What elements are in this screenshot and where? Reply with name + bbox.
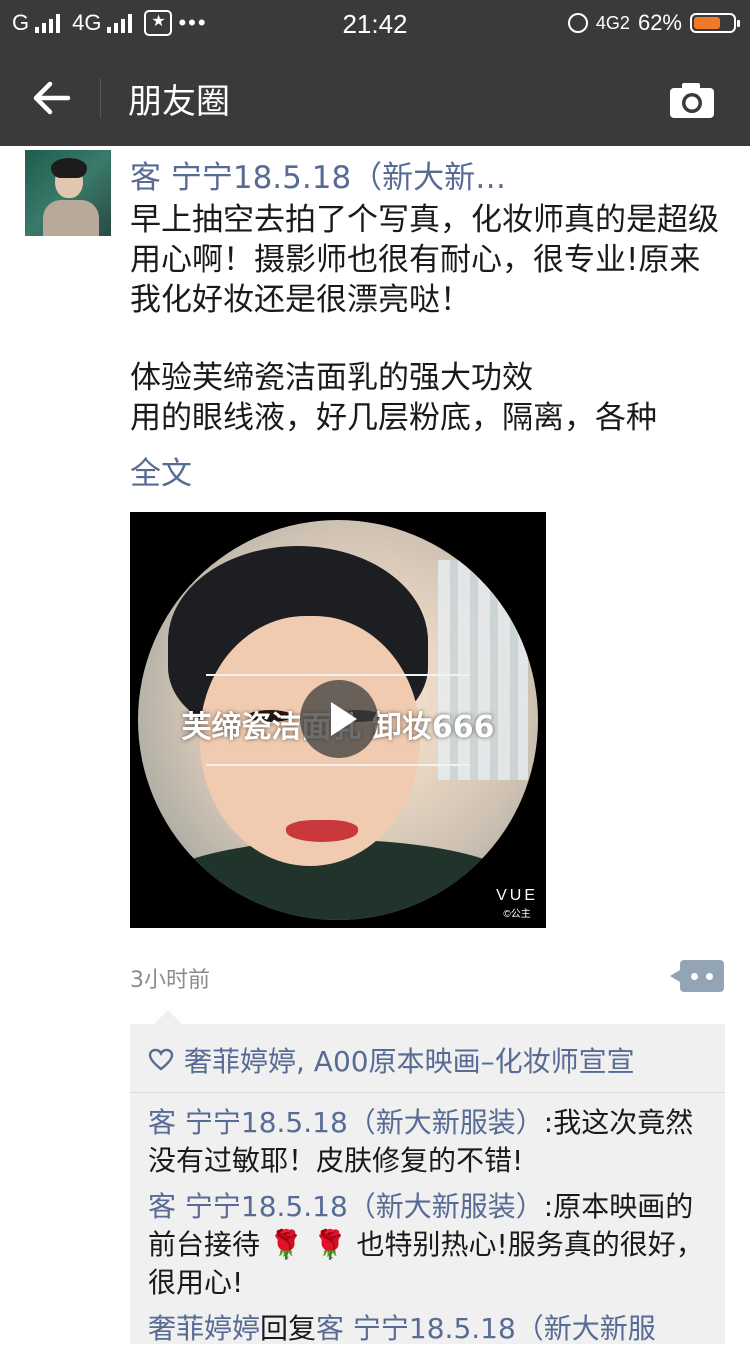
back-button[interactable] (28, 74, 76, 122)
comment-item[interactable]: 客 宁宁18.5.18（新大新服装）:原本映画的前台接待 🌹 🌹 也特别热心!服… (148, 1188, 718, 1302)
reply-word: 回复 (260, 1312, 317, 1345)
video-watermark: VUE ©公主 (496, 887, 538, 920)
rose-emoji-icon: 🌹 🌹 (268, 1228, 348, 1261)
post-content: 早上抽空去拍了个写真，化妆师真的是超级用心啊！摄影师也很有耐心，很专业!原来我化… (130, 200, 720, 438)
likes-names[interactable]: 奢菲婷婷, A00原本映画–化妆师宣宣 (184, 1040, 635, 1080)
status-right: 4G2 62% (567, 10, 740, 36)
nav-divider (100, 78, 101, 118)
commenter-name[interactable]: 客 宁宁18.5.18（新大新服装） (148, 1190, 544, 1223)
page-title: 朋友圈 (128, 82, 230, 122)
arrow-left-icon (33, 81, 71, 115)
comments-panel: 奢菲婷婷, A00原本映画–化妆师宣宣 客 宁宁18.5.18（新大新服装）:我… (130, 1010, 725, 1345)
reply-to-name[interactable]: 客 宁宁18.5.18（新大新服 (316, 1312, 656, 1345)
nav-bar: 朋友圈 (0, 50, 750, 146)
moment-post: 客 宁宁18.5.18（新大新… 早上抽空去拍了个写真，化妆师真的是超级用心啊！… (0, 146, 750, 1345)
commenter-name[interactable]: 客 宁宁18.5.18（新大新服装） (148, 1106, 544, 1139)
likes-row: 奢菲婷婷, A00原本映画–化妆师宣宣 (148, 1040, 635, 1080)
network-label-right: 4G2 (595, 12, 630, 33)
post-text-paragraph-1: 早上抽空去拍了个写真，化妆师真的是超级用心啊！摄影师也很有耐心，很专业!原来我化… (130, 202, 719, 318)
commenter-name[interactable]: 奢菲婷婷 (148, 1312, 260, 1345)
avatar[interactable] (25, 150, 111, 236)
full-text-link[interactable]: 全文 (130, 448, 192, 493)
post-timestamp: 3小时前 (130, 968, 210, 993)
post-text-paragraph-2: 体验芙缔瓷洁面乳的强大功效 (130, 360, 533, 396)
likes-divider (130, 1092, 725, 1093)
camera-icon (670, 83, 714, 118)
author-name[interactable]: 客 宁宁18.5.18（新大新… (130, 152, 506, 197)
alarm-icon (567, 13, 588, 33)
post-text-paragraph-3: 用的眼线液，好几层粉底，隔离，各种 (130, 400, 657, 436)
comment-item[interactable]: 客 宁宁18.5.18（新大新服装）:我这次竟然没有过敏耶！皮肤修复的不错! (148, 1104, 718, 1180)
battery-icon (690, 13, 740, 33)
battery-percent: 62% (637, 10, 682, 35)
comment-item[interactable]: 奢菲婷婷回复客 宁宁18.5.18（新大新服 (148, 1310, 718, 1348)
comment-more-button[interactable] (670, 960, 724, 992)
play-button[interactable] (300, 680, 378, 758)
video-thumbnail[interactable]: 芙缔瓷洁面乳 卸妆666 VUE ©公主 (130, 512, 546, 928)
status-bar: G 4G ★ ••• 21:42 4G2 62% (0, 0, 750, 50)
heart-icon (148, 1048, 174, 1071)
caption-line-top (206, 674, 470, 676)
camera-button[interactable] (668, 80, 716, 120)
caption-line-bottom (206, 764, 470, 766)
